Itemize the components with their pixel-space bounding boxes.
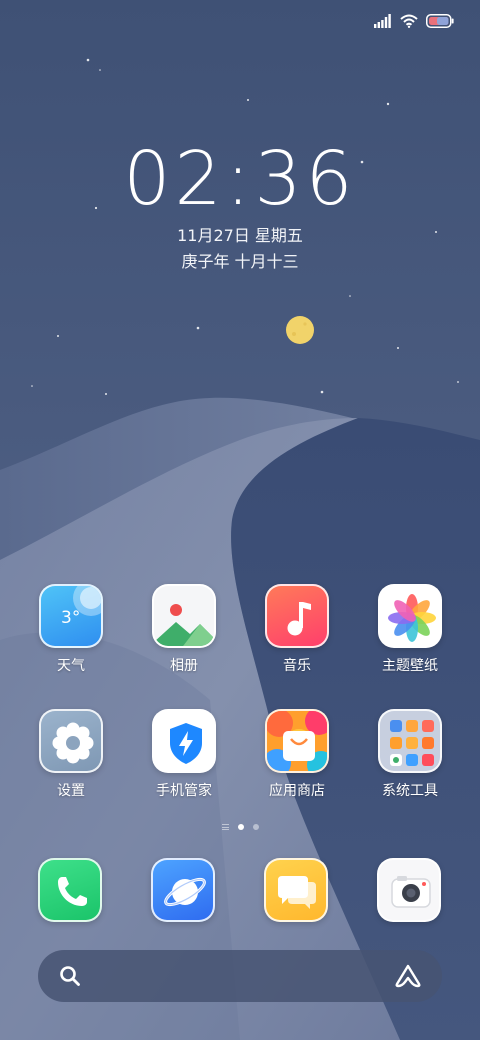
phone-icon[interactable] xyxy=(38,858,102,922)
themes-icon xyxy=(378,584,442,648)
app-label-settings: 设置 xyxy=(57,783,85,799)
weather-temperature: 3° xyxy=(61,608,81,628)
app-themes[interactable]: 主题壁纸 xyxy=(360,584,460,675)
app-label-security: 手机管家 xyxy=(156,783,212,799)
messages-icon[interactable] xyxy=(264,858,328,922)
app-label-gallery: 相册 xyxy=(170,658,198,674)
app-store-icon xyxy=(265,709,329,773)
app-drawer-lines-icon xyxy=(221,824,229,830)
search-icon[interactable] xyxy=(58,964,82,988)
security-icon xyxy=(152,709,216,773)
weather-icon: 3° xyxy=(39,584,103,648)
settings-icon xyxy=(39,709,103,773)
app-music[interactable]: 音乐 xyxy=(247,584,347,675)
gallery-icon xyxy=(152,584,216,648)
tools-folder-icon xyxy=(378,709,442,773)
app-label-themes: 主题壁纸 xyxy=(382,658,438,674)
app-label-music: 音乐 xyxy=(283,658,311,674)
moon xyxy=(286,316,314,344)
status-bar xyxy=(374,10,454,32)
battery-icon xyxy=(426,14,454,28)
page-dot-active[interactable] xyxy=(237,824,244,830)
search-bar[interactable] xyxy=(38,950,442,1002)
app-store[interactable]: 应用商店 xyxy=(247,709,347,800)
lunar-date-text: 庚子年 十月十三 xyxy=(181,252,299,271)
app-settings[interactable]: 设置 xyxy=(21,709,121,800)
wifi-icon xyxy=(400,14,418,28)
app-gallery[interactable]: 相册 xyxy=(134,584,234,675)
folder-tools[interactable]: 系统工具 xyxy=(360,709,460,800)
home-screen: 02:36 11月27日 星期五 庚子年 十月十三 3° 天气 相册 音乐 主题… xyxy=(0,0,480,1040)
app-label-app-store: 应用商店 xyxy=(269,783,325,799)
app-security[interactable]: 手机管家 xyxy=(134,709,234,800)
page-indicator[interactable] xyxy=(0,824,480,830)
date-text[interactable]: 11月27日 星期五 xyxy=(0,222,480,246)
music-icon xyxy=(265,584,329,648)
app-weather[interactable]: 3° 天气 xyxy=(21,584,121,675)
browser-icon[interactable] xyxy=(151,858,215,922)
app-label-tools: 系统工具 xyxy=(382,783,438,799)
page-dot[interactable] xyxy=(252,824,259,830)
app-label-weather: 天气 xyxy=(57,658,85,674)
camera-icon[interactable] xyxy=(377,858,441,922)
signal-icon xyxy=(374,14,391,28)
assistant-icon[interactable] xyxy=(394,964,422,988)
lockscreen-clock[interactable]: 02:36 xyxy=(0,136,480,222)
